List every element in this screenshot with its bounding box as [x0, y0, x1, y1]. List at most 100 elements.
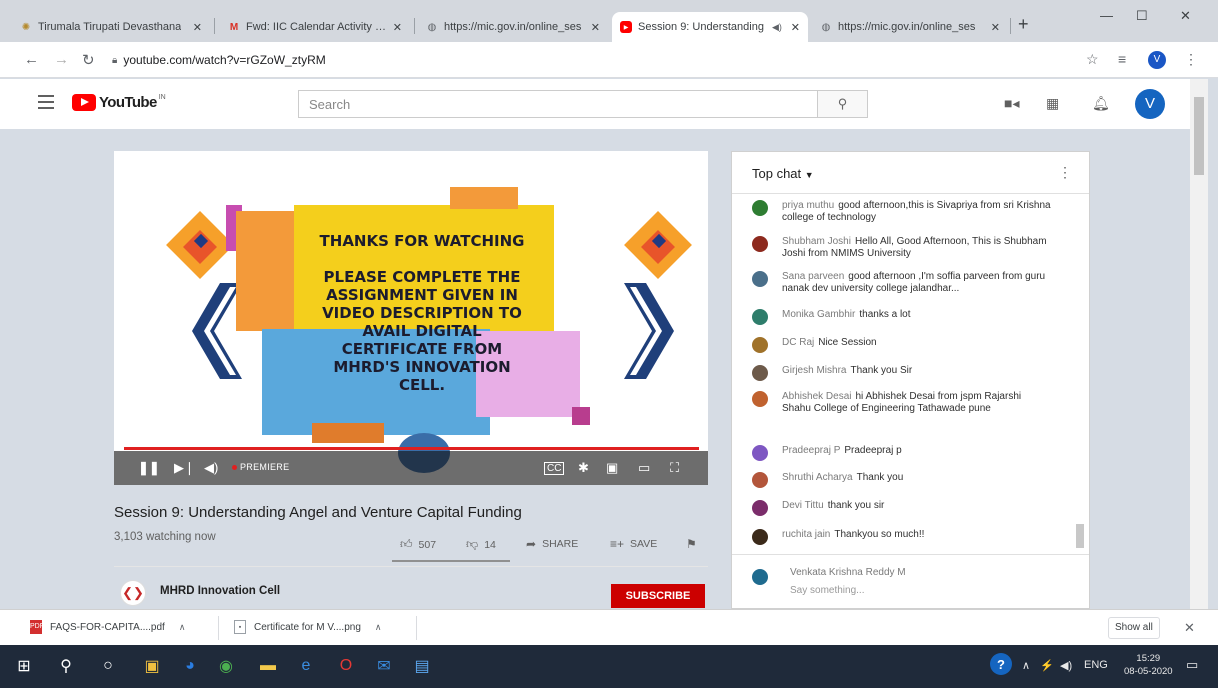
- forward-button[interactable]: →: [54, 51, 69, 68]
- address-bar[interactable]: 🔒︎ youtube.com/watch?v=rGZoW_ztyRM: [104, 48, 1064, 72]
- file-explorer-icon[interactable]: ▬: [256, 654, 280, 678]
- dislike-button[interactable]: 👎︎ 14: [466, 537, 496, 552]
- close-tab-icon[interactable]: ✕: [585, 21, 600, 34]
- browser-tab[interactable]: ✺ Tirumala Tirupati Devasthana ✕: [12, 12, 210, 42]
- browser-tab[interactable]: ◍ https://mic.gov.in/online_ses ✕: [812, 12, 1008, 42]
- pause-icon[interactable]: ❚❚: [138, 460, 160, 476]
- share-button[interactable]: ➦ SHARE: [526, 537, 578, 551]
- search-icon[interactable]: ⚲: [54, 654, 78, 678]
- more-menu-icon[interactable]: ⋮: [1184, 51, 1198, 68]
- chat-message: priya muthu good afternoon,this is Sivapr…: [752, 200, 1052, 224]
- chat-scrollbar[interactable]: [1074, 194, 1086, 554]
- create-video-icon[interactable]: ■◂: [1004, 95, 1019, 112]
- user-avatar: [752, 200, 768, 216]
- close-downloads-icon[interactable]: ✕: [1184, 620, 1195, 636]
- save-button[interactable]: ≡+ SAVE: [610, 537, 657, 551]
- search-input[interactable]: Search: [298, 90, 818, 118]
- browser-tab-active[interactable]: ▶ Session 9: Understanding ◀) ✕: [612, 12, 808, 42]
- miniplayer-icon[interactable]: ▣: [606, 460, 618, 476]
- download-item[interactable]: PDF FAQS-FOR-CAPITA....pdf ∧: [30, 620, 185, 634]
- chat-message: Girjesh Mishra Thank you Sir: [752, 365, 1052, 381]
- flag-icon: ⚑: [686, 537, 697, 551]
- chevron-up-icon[interactable]: ∧: [179, 622, 186, 633]
- cortana-icon[interactable]: ○: [96, 654, 120, 678]
- slide-heading: THANKS FOR WATCHING: [319, 232, 525, 250]
- edge-icon[interactable]: ◕: [178, 654, 202, 678]
- user-avatar: [752, 236, 768, 252]
- menu-icon[interactable]: [38, 95, 54, 113]
- live-chat-panel: Top chat ▼ ⋮ priya muthu good afternoon,t…: [731, 151, 1090, 609]
- search-icon: ⚲: [837, 96, 848, 111]
- decor-rect: [312, 423, 384, 443]
- windows-taskbar: ⊞ ⚲ ○ ▣ ◕ ◉ ▬ e O ✉ ▤ ? ∧ ⚡ ◀) ENG 15:29…: [0, 645, 1218, 688]
- chat-more-icon[interactable]: ⋮: [1058, 164, 1072, 181]
- language-indicator[interactable]: ENG: [1084, 659, 1108, 671]
- chat-message: Monika Gambhir thanks a lot: [752, 309, 1052, 325]
- playlist-add-icon: ≡+: [610, 537, 625, 551]
- theater-mode-icon[interactable]: ▭: [638, 460, 650, 476]
- next-icon[interactable]: ▶❘: [174, 460, 195, 476]
- close-tab-icon[interactable]: ✕: [785, 21, 800, 34]
- page-scrollbar[interactable]: [1190, 79, 1208, 609]
- notifications-bell-icon[interactable]: 🔔︎: [1092, 95, 1110, 112]
- settings-gear-icon[interactable]: ✱: [578, 460, 589, 476]
- reload-button[interactable]: ↻: [82, 51, 95, 69]
- user-avatar: [752, 271, 768, 287]
- maximize-button[interactable]: ☐: [1136, 8, 1148, 24]
- new-tab-button[interactable]: +: [1018, 14, 1029, 35]
- globe-icon: ◍: [427, 21, 437, 33]
- video-player[interactable]: THANKS FOR WATCHING PLEASE COMPLETE THE …: [114, 151, 708, 485]
- youtube-header: YouTube IN Search ⚲ ■◂ ▦ 🔔︎ V: [0, 79, 1190, 129]
- top-chat-dropdown[interactable]: Top chat ▼: [752, 166, 814, 181]
- download-item[interactable]: ▪ Certificate for M V....png ∧: [234, 620, 382, 634]
- tray-expand-icon[interactable]: ∧: [1022, 659, 1030, 672]
- fullscreen-icon[interactable]: ⛶: [670, 460, 679, 476]
- browser-tab[interactable]: M Fwd: IIC Calendar Activity Q4 ✕: [220, 12, 410, 42]
- chevron-right-decor: [624, 283, 674, 379]
- windows-start-icon[interactable]: ⊞: [12, 654, 36, 678]
- like-button[interactable]: 👍︎ 507: [400, 537, 436, 552]
- internet-explorer-icon[interactable]: e: [294, 654, 318, 678]
- volume-icon[interactable]: ◀): [1060, 659, 1072, 672]
- chevron-up-icon[interactable]: ∧: [375, 622, 382, 633]
- mail-icon[interactable]: ✉: [372, 654, 396, 678]
- subscribe-button[interactable]: SUBSCRIBE: [611, 584, 705, 608]
- chat-input[interactable]: Say something...: [790, 585, 864, 596]
- system-clock[interactable]: 15:29 08-05-2020: [1124, 652, 1173, 678]
- browser-tab[interactable]: ◍ https://mic.gov.in/online_ses ✕: [418, 12, 608, 42]
- report-flag-button[interactable]: ⚑: [686, 537, 703, 551]
- close-tab-icon[interactable]: ✕: [985, 21, 1000, 34]
- reading-list-icon[interactable]: ≡: [1118, 51, 1126, 67]
- help-icon[interactable]: ?: [990, 653, 1012, 675]
- youtube-logo[interactable]: YouTube IN: [72, 94, 166, 111]
- chrome-icon[interactable]: ◉: [214, 654, 238, 678]
- apps-grid-icon[interactable]: ▦: [1046, 95, 1059, 112]
- network-icon[interactable]: ⚡: [1040, 659, 1054, 672]
- chat-input-area: Venkata Krishna Reddy M Say something...: [732, 554, 1089, 608]
- chat-message: Shubham Joshi Hello All, Good Afternoon, …: [752, 236, 1052, 260]
- channel-avatar[interactable]: ❮❯: [120, 580, 146, 606]
- captions-icon[interactable]: CC: [544, 462, 565, 475]
- back-button[interactable]: ←: [24, 51, 39, 68]
- slide-line: CERTIFICATE FROM: [341, 340, 503, 358]
- volume-icon[interactable]: ◀): [204, 460, 218, 476]
- progress-bar[interactable]: [124, 447, 699, 450]
- like-ratio-bar: [392, 560, 510, 562]
- store-icon[interactable]: ▣: [140, 654, 164, 678]
- photos-icon[interactable]: ▤: [410, 654, 434, 678]
- slide-line: ASSIGNMENT GIVEN IN: [326, 286, 518, 304]
- notifications-icon[interactable]: ▭: [1186, 657, 1198, 673]
- bookmark-star-icon[interactable]: ☆: [1086, 51, 1099, 68]
- show-all-button[interactable]: Show all: [1108, 617, 1160, 639]
- close-tab-icon[interactable]: ✕: [387, 21, 402, 34]
- channel-name[interactable]: MHRD Innovation Cell: [160, 585, 280, 597]
- minimize-button[interactable]: —: [1100, 8, 1113, 23]
- opera-icon[interactable]: O: [334, 654, 358, 678]
- close-window-button[interactable]: ✕: [1180, 8, 1191, 24]
- search-button[interactable]: ⚲: [818, 90, 868, 118]
- user-avatar: [752, 569, 768, 585]
- chevron-down-icon: ▼: [804, 170, 814, 180]
- close-tab-icon[interactable]: ✕: [187, 21, 202, 34]
- account-avatar[interactable]: V: [1135, 89, 1165, 119]
- profile-button[interactable]: V: [1148, 51, 1166, 69]
